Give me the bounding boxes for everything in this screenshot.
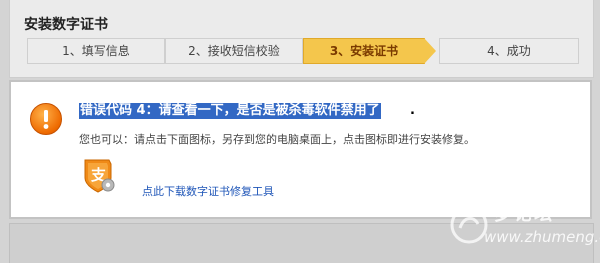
forum-watermark: 梦论坛 www.zhumeng.org [448, 196, 600, 256]
step-install-certificate: 3、安装证书 [303, 38, 425, 64]
download-repair-tool-link[interactable]: 点此下载数字证书修复工具 [142, 183, 274, 199]
watermark-title: 梦论坛 [494, 204, 554, 225]
progress-steps: 1、填写信息 2、接收短信校验 3、安装证书 4、成功 [27, 38, 579, 64]
step-fill-info: 1、填写信息 [27, 38, 165, 64]
error-message: 错误代码 4：请查看一下，是否是被杀毒软件禁用了 [79, 103, 381, 119]
watermark-url: www.zhumeng.org [484, 228, 600, 246]
active-step-arrow [424, 38, 436, 64]
exclamation-icon [30, 103, 62, 135]
step-success: 4、成功 [439, 38, 579, 64]
step-sms-verify: 2、接收短信校验 [165, 38, 303, 64]
error-message-end: . [410, 103, 415, 118]
certificate-repair-tool-icon[interactable]: 支 [79, 156, 117, 194]
page-title: 安装数字证书 [24, 17, 108, 33]
instruction-text: 您也可以：请点击下面图标，另存到您的电脑桌面上，点击图标即进行安装修复。 [79, 133, 475, 146]
